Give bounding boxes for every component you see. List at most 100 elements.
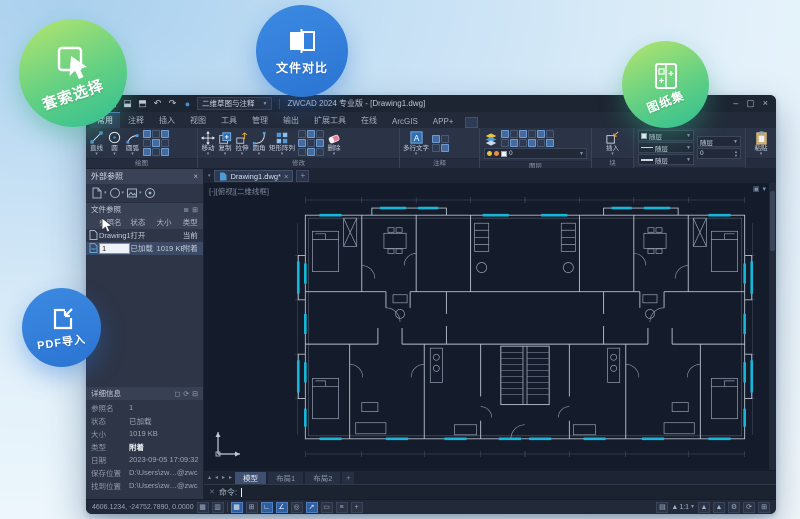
fullscreen-icon[interactable]: ⊞ [758,501,770,513]
ribbon-mini-icon[interactable] [152,148,160,156]
isolate-objects-icon[interactable]: ⟳ [743,501,755,513]
erase-button[interactable]: 删除 ▾ [327,131,341,156]
table-row[interactable]: 已加载 1019 KB 附着 [86,242,203,255]
ribbon-mini-icon[interactable] [441,134,449,143]
lineweight-dropdown[interactable]: 随层 ▼ [638,154,694,165]
ribbon-mini-icon[interactable] [441,143,449,152]
first-layout-icon[interactable]: ▴ [207,474,212,481]
tab-layout2[interactable]: 布局2 [305,471,341,484]
ribbon-mini-icon[interactable] [546,130,554,138]
ribbon-mini-icon[interactable] [501,130,509,138]
otrack-toggle-icon[interactable]: ↗ [305,501,318,513]
ortho-toggle-icon[interactable]: ∟ [260,501,273,513]
layer-dropdown[interactable]: 0 ▼ [484,148,587,159]
color-dropdown[interactable]: 随层 ▼ [638,130,694,141]
canvas-corner-tools[interactable]: ▣ ▾ [753,185,766,193]
ribbon-mini-icon[interactable] [307,139,315,147]
next-layout-icon[interactable]: ▸ [221,474,226,481]
arc-button[interactable]: 圆弧 ▾ [125,130,140,157]
snap-toggle-icon[interactable]: ▦ [230,501,243,513]
ribbon-mini-icon[interactable] [307,148,315,156]
tab-tools[interactable]: 工具 [214,113,244,128]
collapse-pane-icon[interactable]: ⊟ [192,390,198,398]
undo-icon[interactable]: ↶ [152,98,163,109]
plot-icon[interactable]: ⬒ [137,98,148,109]
workspace-switch-icon[interactable]: ⚙ [728,501,740,513]
cloud-sync-icon[interactable]: ● [182,99,193,109]
ribbon-mini-icon[interactable] [537,139,545,147]
tab-model[interactable]: 模型 [235,471,267,484]
list-view-icon[interactable]: ≣ [183,206,189,214]
osnap-toggle-icon[interactable]: ◎ [290,501,303,513]
polar-toggle-icon[interactable]: ∠ [275,501,288,513]
ribbon-mini-icon[interactable] [298,139,306,147]
ribbon-mini-icon[interactable] [432,134,440,143]
ribbon-mini-icon[interactable] [546,139,554,147]
ribbon-mini-icon[interactable] [528,130,536,138]
layer-properties-icon[interactable] [484,132,498,146]
panel-launcher-icon[interactable]: ◿ [739,166,743,168]
fillet-button[interactable]: 圆角 ▾ [252,131,266,156]
feature-badge-sheetset[interactable]: 图纸集 [622,41,709,128]
model-space-icon[interactable]: ▦ [196,501,209,513]
vertical-scrollbar[interactable] [769,183,776,470]
ribbon-mini-icon[interactable] [519,130,527,138]
linetype-dropdown[interactable]: 随层 ▼ [638,142,694,153]
auto-scale-icon[interactable]: ▲ [713,501,725,513]
ribbon-mini-icon[interactable] [152,130,160,138]
xref-name-input[interactable] [99,243,131,254]
tab-output[interactable]: 输出 [276,113,306,128]
paste-button[interactable]: 粘贴 ▾ [754,130,769,157]
ribbon-mini-icon[interactable] [316,148,324,156]
ribbon-mini-icon[interactable] [161,148,169,156]
mtext-button[interactable]: A 多行文字 ▾ [403,130,429,157]
refresh-icon[interactable]: ⟳ [183,390,189,398]
details-pane-icon[interactable]: ◻ [174,390,180,398]
ribbon-mini-icon[interactable] [152,139,160,147]
move-button[interactable]: 移动 ▾ [201,130,215,156]
stretch-button[interactable]: 拉伸 ▾ [235,131,249,156]
ribbon-mini-icon[interactable] [510,130,518,138]
viewport-icon[interactable]: ▤ [656,501,669,513]
paper-space-icon[interactable]: ▥ [211,501,224,513]
tree-view-icon[interactable]: ⊞ [192,206,198,214]
ribbon-mini-icon[interactable] [519,139,527,147]
close-command-icon[interactable]: ✕ [209,488,215,496]
attach-dwg-button[interactable]: ▾ [91,187,107,199]
command-line[interactable]: ✕ 命令: [204,484,776,499]
ribbon-mini-icon[interactable] [161,139,169,147]
redo-icon[interactable]: ↷ [167,98,178,109]
annotation-scale-control[interactable]: ▲ 1:1 ▼ [671,504,695,511]
ribbon-mini-icon[interactable] [143,148,151,156]
close-tab-icon[interactable]: × [284,172,288,181]
lineweight-toggle-icon[interactable]: ▭ [320,501,333,513]
ribbon-mini-icon[interactable] [307,130,315,138]
tab-view[interactable]: 视图 [183,113,213,128]
dyn-input-toggle-icon[interactable]: ≡ [335,501,348,513]
ribbon-collapse-icon[interactable] [465,117,479,128]
ribbon-mini-icon[interactable] [316,130,324,138]
last-layout-icon[interactable]: ▸ [228,474,233,481]
close-icon[interactable]: × [193,172,198,181]
ribbon-mini-icon[interactable] [537,130,545,138]
tab-layout1[interactable]: 布局1 [268,471,304,484]
annotation-visibility-icon[interactable]: ▲ [698,501,710,513]
new-tab-button[interactable]: + [296,170,310,182]
copy-button[interactable]: 复制 ▾ [218,131,232,156]
refresh-button[interactable]: ▾ [109,187,124,199]
prev-layout-icon[interactable]: ◂ [214,474,219,481]
tab-arcgis[interactable]: ArcGIS [385,115,425,128]
ribbon-mini-icon[interactable] [528,139,536,147]
minimize-button[interactable]: – [733,98,738,109]
tab-online[interactable]: 在线 [354,113,384,128]
ribbon-mini-icon[interactable] [143,139,151,147]
attach-image-button[interactable]: ▾ [126,187,142,199]
ribbon-mini-icon[interactable] [161,130,169,138]
feature-badge-compare[interactable]: 文件对比 [256,5,348,97]
ribbon-mini-icon[interactable] [510,139,518,147]
ribbon-mini-icon[interactable] [316,139,324,147]
maximize-button[interactable]: ▢ [746,98,755,109]
save-icon[interactable]: ⬓ [122,98,133,109]
ribbon-mini-icon[interactable] [143,130,151,138]
array-button[interactable]: 矩形阵列 ▾ [269,131,295,156]
